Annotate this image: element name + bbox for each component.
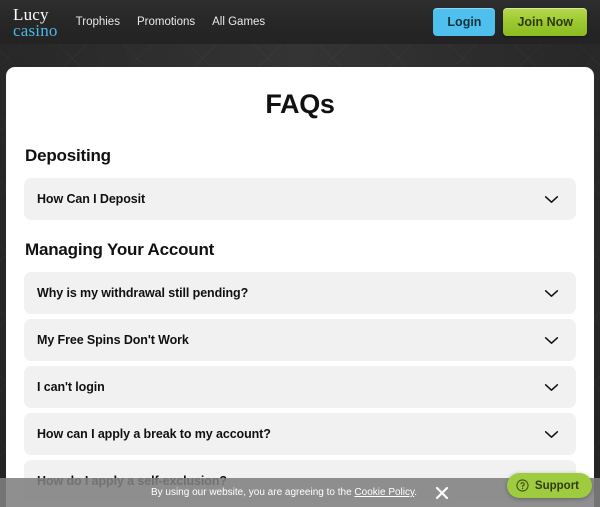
chevron-down-icon[interactable] xyxy=(544,336,559,345)
logo-line-secondary: casino xyxy=(13,20,58,40)
chevron-down-icon[interactable] xyxy=(544,430,559,439)
accordion-item[interactable]: I can't login xyxy=(24,366,576,408)
accordion-question: How Can I Deposit xyxy=(37,192,146,206)
accordion-item[interactable]: Why is my withdrawal still pending? xyxy=(24,272,576,314)
chevron-down-icon[interactable] xyxy=(544,195,559,204)
cookie-banner-text: By using our website, you are agreeing t… xyxy=(151,487,417,498)
faq-section-depositing: Depositing How Can I Deposit xyxy=(24,146,576,220)
accordion-item[interactable]: How can I apply a break to my account? xyxy=(24,413,576,455)
section-heading: Managing Your Account xyxy=(25,240,215,259)
accordion-item[interactable]: My Free Spins Don't Work xyxy=(24,319,576,361)
nav-item-all-games[interactable]: All Games xyxy=(212,16,265,28)
accordion-item[interactable]: How Can I Deposit xyxy=(24,178,576,220)
accordion-question: My Free Spins Don't Work xyxy=(37,333,189,347)
accordion-question: How can I apply a break to my account? xyxy=(37,427,271,441)
cookie-text-after: . xyxy=(414,487,418,498)
page-title: FAQs xyxy=(265,89,335,119)
accordion-question: I can't login xyxy=(37,380,105,394)
question-mark-circle-icon xyxy=(516,479,529,492)
faq-section-managing-your-account: Managing Your Account Why is my withdraw… xyxy=(24,240,576,507)
nav-item-trophies[interactable]: Trophies xyxy=(76,16,120,28)
site-header: Lucy casino Trophies Promotions All Game… xyxy=(0,0,600,44)
faq-card: FAQs Depositing How Can I Deposit Managi… xyxy=(6,67,594,507)
chevron-down-icon[interactable] xyxy=(544,289,559,298)
chevron-down-icon[interactable] xyxy=(544,383,559,392)
close-icon[interactable] xyxy=(435,486,449,500)
login-button[interactable]: Login xyxy=(433,8,496,36)
cookie-text-before: By using our website, you are agreeing t… xyxy=(150,487,355,498)
support-label: Support xyxy=(534,479,579,492)
section-heading: Depositing xyxy=(25,146,111,165)
join-now-button[interactable]: Join Now xyxy=(503,8,587,36)
header-actions: Login Join Now xyxy=(433,8,587,36)
support-widget-button[interactable]: Support xyxy=(506,473,592,498)
main-navigation: Trophies Promotions All Games xyxy=(76,16,266,28)
site-logo[interactable]: Lucy casino xyxy=(13,6,58,39)
accordion-question: Why is my withdrawal still pending? xyxy=(37,286,249,300)
cookie-policy-link[interactable]: Cookie Policy xyxy=(354,487,414,498)
nav-item-promotions[interactable]: Promotions xyxy=(137,16,195,28)
logo-line-primary: Lucy xyxy=(13,4,49,24)
